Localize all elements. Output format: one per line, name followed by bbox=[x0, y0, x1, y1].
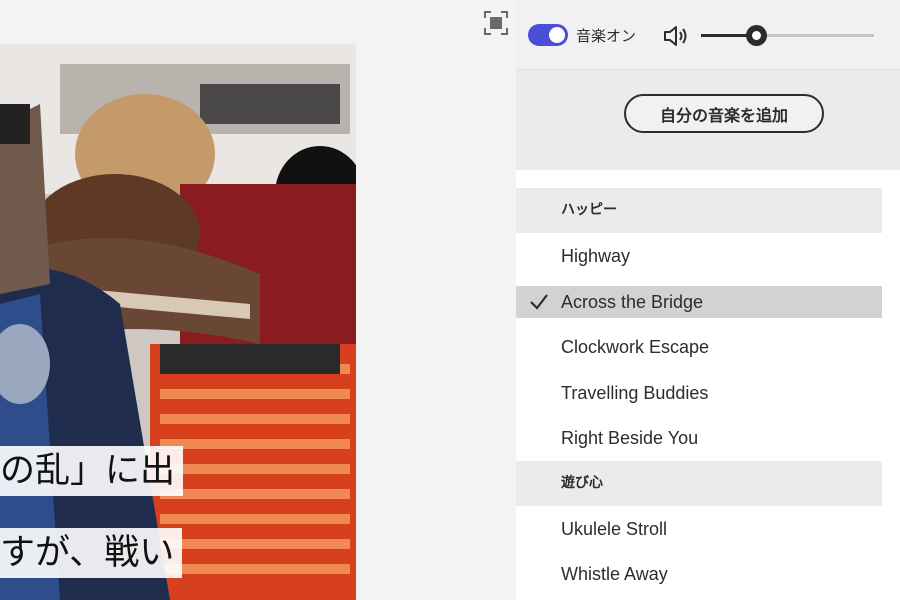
music-track-list: ハッピー Highway Across the Bridge Clockwork Es… bbox=[516, 188, 900, 597]
volume-slider[interactable] bbox=[701, 25, 874, 46]
track-item[interactable]: Highway bbox=[516, 233, 882, 279]
samurai-armor-image bbox=[0, 44, 356, 600]
track-title: Right Beside You bbox=[561, 428, 699, 448]
track-item[interactable]: Travelling Buddies bbox=[516, 370, 882, 416]
speaker-volume-icon[interactable] bbox=[662, 23, 690, 49]
category-header: 遊び心 bbox=[516, 460, 882, 506]
track-item[interactable]: Ukulele Stroll bbox=[516, 506, 882, 552]
track-title: Clockwork Escape bbox=[561, 337, 710, 357]
checkmark-icon bbox=[530, 293, 548, 310]
video-preview: の乱」に出 すが、戦い bbox=[0, 0, 516, 600]
track-title: Highway bbox=[561, 246, 631, 266]
subtitle-line-1: の乱」に出 bbox=[0, 446, 184, 496]
music-toggle[interactable] bbox=[528, 24, 568, 46]
volume-slider-thumb[interactable] bbox=[746, 25, 768, 46]
track-title: Travelling Buddies bbox=[561, 382, 709, 403]
track-title: Across the Bridge bbox=[561, 291, 704, 312]
track-item[interactable]: Whistle Away bbox=[516, 551, 882, 597]
track-item[interactable]: Clockwork Escape bbox=[516, 324, 882, 370]
track-title: Whistle Away bbox=[561, 564, 668, 584]
category-header: ハッピー bbox=[516, 188, 882, 233]
fullscreen-icon[interactable] bbox=[483, 10, 509, 36]
subtitle-line-2: すが、戦い bbox=[0, 528, 183, 578]
music-controls: 音楽オン bbox=[516, 0, 900, 70]
track-item[interactable]: Right Beside You bbox=[516, 415, 882, 461]
music-toggle-label: 音楽オン bbox=[576, 27, 637, 45]
video-frame: の乱」に出 すが、戦い bbox=[0, 44, 356, 600]
add-your-music-button[interactable]: 自分の音楽を追加 bbox=[624, 94, 824, 133]
toggle-knob bbox=[549, 27, 565, 43]
music-panel: 音楽オン 自分の音楽を追加 ハッピー Highway Across the Brid… bbox=[516, 0, 900, 600]
track-title: Ukulele Stroll bbox=[561, 518, 668, 539]
track-item-selected[interactable]: Across the Bridge bbox=[516, 285, 882, 318]
